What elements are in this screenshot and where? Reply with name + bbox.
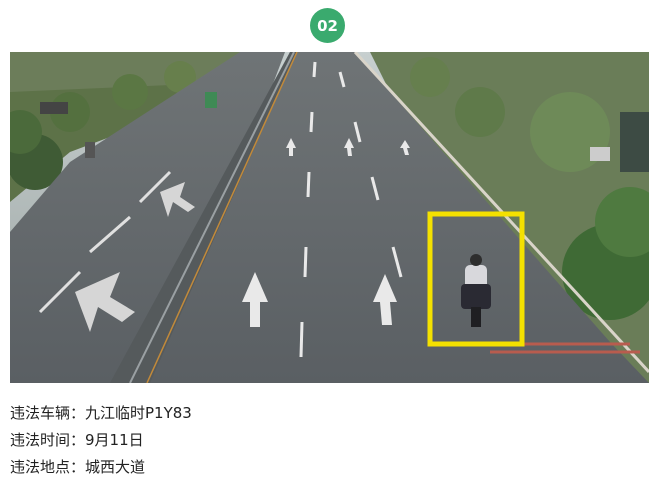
caption-vehicle-value: 九江临时P1Y83 [85, 404, 192, 422]
caption-time-label: 违法时间： [10, 431, 86, 449]
traffic-camera-photo [10, 52, 649, 383]
caption-location-value: 城西大道 [85, 458, 146, 476]
badge-number: 02 [317, 16, 338, 35]
caption-location-label: 违法地点： [10, 458, 86, 476]
caption-vehicle: 违法车辆：九江临时P1Y83 [10, 400, 192, 427]
number-badge: 02 [310, 8, 345, 43]
caption-time: 违法时间：9月11日 [10, 427, 192, 454]
road-scene [10, 52, 649, 383]
caption-location: 违法地点：城西大道 [10, 454, 192, 481]
caption-vehicle-label: 违法车辆： [10, 404, 86, 422]
caption-time-value: 9月11日 [85, 431, 144, 449]
violation-details: 违法车辆：九江临时P1Y83 违法时间：9月11日 违法地点：城西大道 [10, 400, 192, 481]
